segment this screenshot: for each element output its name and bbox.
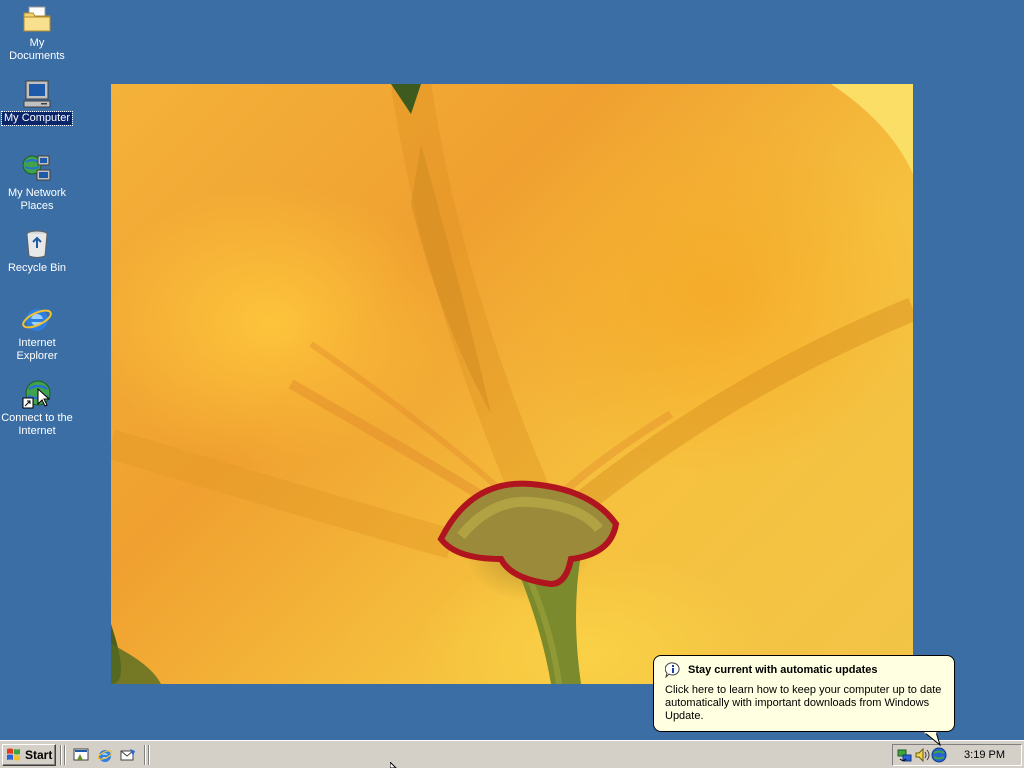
start-button[interactable]: Start [2, 744, 56, 766]
desktop-icon-label: My Computer [0, 111, 74, 126]
windows-logo-icon [7, 748, 20, 761]
connect-internet-icon [22, 380, 51, 409]
start-label: Start [25, 748, 53, 762]
folder-documents-icon [23, 6, 51, 32]
internet-explorer-icon[interactable] [97, 747, 113, 763]
desktop-icon-internet-explorer[interactable]: Internet Explorer [0, 303, 74, 363]
taskbar-separator [60, 745, 62, 765]
balloon-body: Click here to learn how to keep your com… [665, 684, 942, 722]
desktop-icon-label: Internet Explorer [16, 337, 58, 362]
balloon-tail [924, 732, 941, 746]
network-connection-icon[interactable] [897, 747, 913, 763]
info-icon [665, 662, 680, 678]
desktop-icon-recycle-bin[interactable]: Recycle Bin [0, 228, 74, 275]
system-tray: 3:19 PM [892, 744, 1022, 766]
taskbar-separator [148, 745, 150, 765]
desktop-icon-my-computer[interactable]: My Computer [0, 78, 74, 126]
desktop-icon-label: My Documents [9, 37, 65, 62]
desktop-icon-label: My Network Places [7, 187, 67, 212]
network-places-icon [22, 155, 51, 181]
mouse-cursor-icon [390, 762, 397, 768]
update-balloon-tooltip[interactable]: Stay current with automatic updates Clic… [653, 655, 955, 746]
taskbar: Start 3:19 PM [0, 740, 1024, 768]
clock[interactable]: 3:19 PM [964, 749, 1005, 761]
desktop-icon-my-network-places[interactable]: My Network Places [0, 153, 74, 213]
desktop-icon-connect-to-the-internet[interactable]: Connect to the Internet [0, 378, 74, 438]
balloon-title-row: Stay current with automatic updates [665, 662, 946, 678]
balloon-title: Stay current with automatic updates [688, 664, 878, 676]
desktop-icon-my-documents[interactable]: My Documents [0, 3, 74, 63]
taskbar-separator [64, 745, 66, 765]
recycle-bin-icon [26, 230, 48, 258]
computer-icon [23, 80, 51, 108]
show-desktop-icon[interactable] [73, 747, 89, 763]
windows-update-icon[interactable] [931, 747, 947, 763]
volume-icon[interactable] [914, 747, 930, 763]
outlook-express-icon[interactable] [120, 747, 136, 763]
taskbar-separator [144, 745, 146, 765]
internet-explorer-icon [22, 309, 52, 331]
desktop-icon-label: Recycle Bin [7, 262, 67, 274]
desktop-icon-label: Connect to the Internet [1, 412, 73, 437]
wallpaper-image [111, 84, 913, 684]
desktop[interactable]: My Documents My Computer My Network Plac… [0, 0, 1024, 740]
